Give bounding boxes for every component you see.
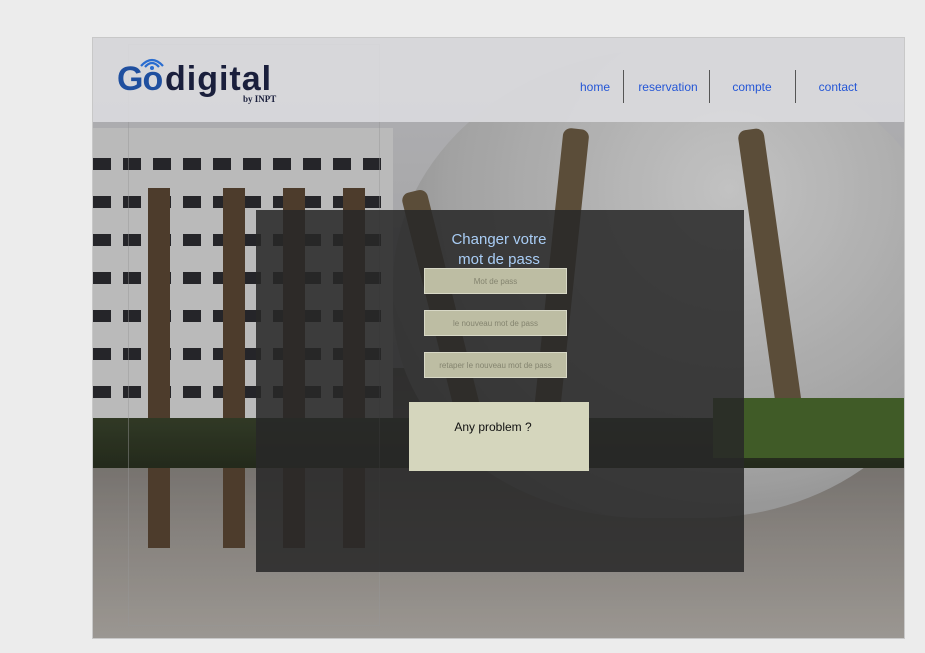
form-title-line2: mot de pass bbox=[458, 251, 540, 268]
logo-by-text: by INPT bbox=[243, 94, 277, 104]
form-title-line1: Changer votre bbox=[451, 231, 547, 248]
go-digital-logo[interactable]: Go digital by INPT bbox=[117, 58, 287, 110]
current-password-input[interactable] bbox=[424, 268, 567, 294]
nav-divider bbox=[709, 70, 710, 103]
change-password-panel: Changer votre mot de pass Any problem ? bbox=[256, 210, 744, 572]
nav-compte-link[interactable]: compte bbox=[712, 80, 792, 94]
header-bar: Go digital by INPT home reservation comp… bbox=[93, 38, 904, 122]
nav-divider bbox=[623, 70, 624, 103]
nav-divider bbox=[795, 70, 796, 103]
page-frame: Go digital by INPT home reservation comp… bbox=[92, 37, 905, 639]
logo-go-text: Go bbox=[117, 60, 163, 98]
form-title: Changer votre mot de pass bbox=[439, 230, 559, 270]
nav-contact-link[interactable]: contact bbox=[798, 80, 878, 94]
any-problem-box[interactable]: Any problem ? bbox=[409, 402, 589, 471]
new-password-input[interactable] bbox=[424, 310, 567, 336]
nav-reservation-link[interactable]: reservation bbox=[628, 80, 708, 94]
any-problem-label: Any problem ? bbox=[454, 420, 532, 434]
confirm-password-input[interactable] bbox=[424, 352, 567, 378]
